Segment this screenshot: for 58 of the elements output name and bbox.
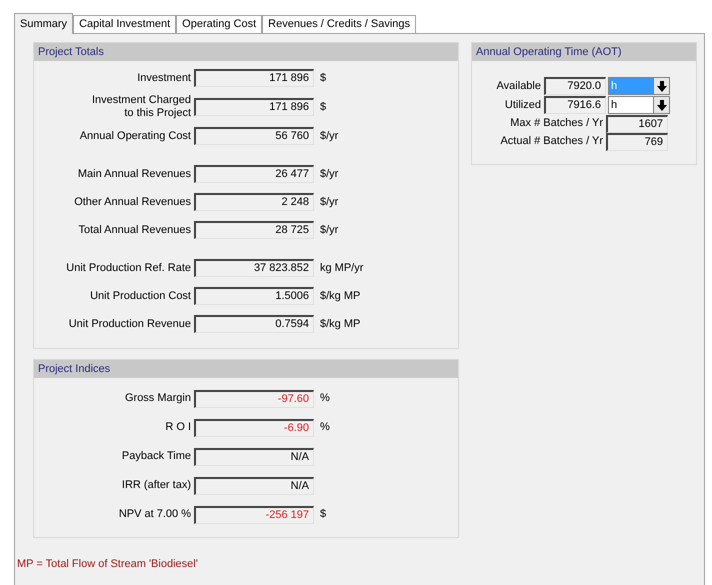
value-field: 26 477: [194, 165, 314, 183]
value-field: 37 823.852: [194, 259, 314, 277]
unit-label: $: [320, 70, 326, 86]
value-field: 171 896: [194, 98, 314, 116]
unit-label: %: [320, 420, 330, 436]
field-label: IRR (after tax): [120, 479, 192, 492]
unit-label: $/yr: [320, 222, 338, 238]
footnote: MP = Total Flow of Stream 'Biodiesel': [17, 557, 199, 572]
group-header: Annual Operating Time (AOT): [472, 43, 696, 61]
unit-label: $/kg MP: [320, 288, 360, 304]
field-label: Investment: [136, 72, 192, 84]
unit-value: h: [609, 78, 653, 94]
field-label: Annual Operating Cost: [78, 130, 192, 142]
value-field: N/A: [194, 448, 314, 466]
unit-dropdown[interactable]: h: [608, 96, 670, 114]
tab[interactable]: Capital Investment: [73, 15, 176, 33]
field-label: Unit Production Ref. Rate: [65, 262, 192, 274]
unit-label: %: [320, 391, 330, 406]
unit-label: $/yr: [320, 194, 338, 210]
value-field: -256 197: [194, 506, 314, 524]
group-header: Project Totals: [34, 43, 458, 61]
value-field: 1.5006: [194, 287, 314, 305]
unit-label: $/yr: [320, 128, 338, 144]
field-label: Utilized: [504, 98, 542, 113]
field-label: Main Annual Revenues: [76, 168, 192, 180]
unit-label: kg MP/yr: [320, 260, 364, 276]
value-field: 56 760: [194, 127, 314, 145]
unit-label: $/yr: [320, 166, 338, 182]
value-field: 769: [606, 132, 668, 150]
tab[interactable]: Operating Cost: [176, 15, 262, 33]
field-label: Payback Time: [120, 450, 192, 463]
value-field: 28 725: [194, 221, 314, 239]
value-field: -6.90: [194, 418, 314, 436]
value-field: -97.60: [194, 390, 314, 408]
field-label: Total Annual Revenues: [77, 224, 192, 236]
unit-label: $: [320, 507, 326, 522]
tab[interactable]: Summary: [14, 13, 74, 34]
value-field: 171 896: [194, 69, 314, 87]
field-label: Actual # Batches / Yr: [499, 134, 604, 150]
field-label: Unit Production Revenue: [68, 318, 192, 330]
value-field: N/A: [194, 476, 314, 494]
field-label: Available: [496, 78, 542, 94]
field-label: Gross Margin: [124, 392, 192, 405]
tab[interactable]: Revenues / Credits / Savings: [262, 15, 416, 33]
field-label: NPV at 7.00 %: [118, 508, 192, 521]
value-field: 7920.0: [544, 77, 606, 95]
field-label: Investment Charged to this Project: [90, 94, 192, 120]
unit-label: $/kg MP: [320, 316, 360, 332]
field-label: Unit Production Cost: [89, 290, 192, 302]
field-label: Other Annual Revenues: [73, 196, 192, 208]
value-field: 0.7594: [194, 315, 314, 333]
value-field: 1607: [606, 114, 668, 132]
value-field: 2 248: [194, 193, 314, 211]
field-label: R O I: [164, 421, 192, 434]
value-field: 7916.6: [544, 96, 606, 114]
unit-label: $: [320, 100, 326, 115]
field-label: Max # Batches / Yr: [509, 116, 604, 132]
group-header: Project Indices: [34, 360, 458, 378]
